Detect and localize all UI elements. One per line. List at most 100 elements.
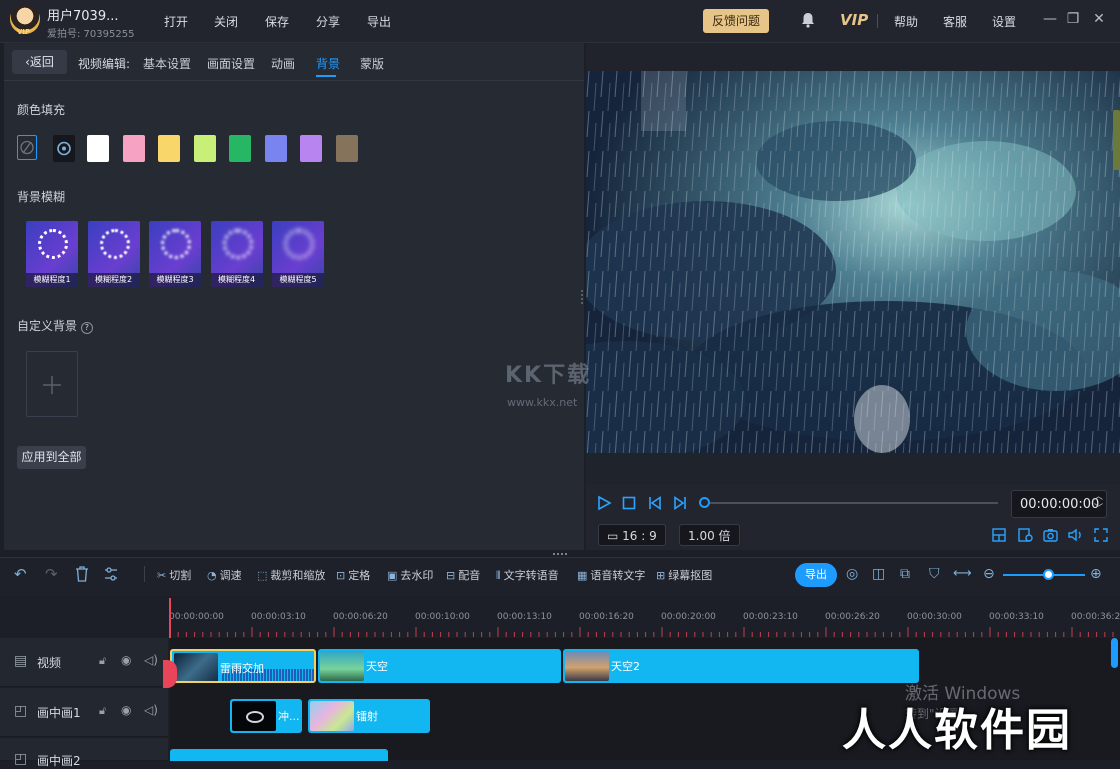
text-to-speech-tool[interactable]: ⫴ 文字转语音 <box>496 567 559 583</box>
tab-background[interactable]: 背景 <box>316 55 340 72</box>
speed-tool[interactable]: ◔ 调速 <box>207 567 242 583</box>
current-time-field[interactable]: 00:00:00:00 <box>1011 490 1107 518</box>
color-swatch[interactable] <box>264 135 287 162</box>
clip-name: 天空2 <box>611 660 640 673</box>
menu-help[interactable]: 帮助 <box>894 13 918 30</box>
green-screen-tool[interactable]: ⊞ 绿幕抠图 <box>656 567 712 583</box>
effects-icon[interactable]: ◎ <box>846 566 858 582</box>
timeline-tick-label: 00:00:33:10 <box>989 612 1044 622</box>
settings-sliders-icon[interactable] <box>104 566 118 582</box>
zoom-out-icon[interactable]: ⊖ <box>983 566 995 582</box>
fit-width-icon[interactable]: ⟷ <box>953 566 972 581</box>
no-color-swatch[interactable] <box>17 135 37 160</box>
panel-resize-handle[interactable] <box>581 290 585 304</box>
track-name-pip1: 画中画1 <box>37 706 81 720</box>
menu-export[interactable]: 导出 <box>367 13 391 30</box>
freeze-tool[interactable]: ⊡ 定格 <box>336 567 370 583</box>
playback-progress-track[interactable] <box>710 502 998 504</box>
color-swatch[interactable] <box>193 135 216 162</box>
tab-animation[interactable]: 动画 <box>271 55 295 72</box>
add-custom-background-button[interactable] <box>26 351 78 417</box>
back-button[interactable]: ‹返回 <box>12 50 67 74</box>
blur-level-option[interactable]: 模糊程度1 <box>26 221 78 287</box>
active-tab-indicator <box>316 75 336 77</box>
crop-icon[interactable]: ⧉ <box>900 566 910 582</box>
bell-icon[interactable] <box>801 12 815 28</box>
eye-icon[interactable]: ◉ <box>121 653 131 667</box>
aspect-ratio-dropdown[interactable]: ▭ 16 : 9 ⌄ <box>598 524 666 565</box>
help-icon[interactable]: ? <box>80 322 93 334</box>
previous-frame-icon[interactable] <box>648 496 662 510</box>
close-icon[interactable]: ✕ <box>1090 10 1108 28</box>
menu-service[interactable]: 客服 <box>943 13 967 30</box>
user-avatar[interactable]: VIP <box>10 4 40 36</box>
marker-icon[interactable]: ⛉ <box>929 566 940 582</box>
crop-zoom-tool[interactable]: ⬚ 裁剪和缩放 <box>257 567 325 583</box>
tab-picture-settings[interactable]: 画面设置 <box>207 55 255 72</box>
dub-tool[interactable]: ⊟ 配音 <box>446 567 480 583</box>
restore-icon[interactable]: ❐ <box>1064 10 1082 28</box>
eye-icon[interactable]: ◉ <box>121 703 131 717</box>
blur-level-option[interactable]: 模糊程度3 <box>149 221 201 287</box>
clip-pip-laser[interactable]: 镭射 <box>308 699 430 733</box>
playback-progress-knob[interactable] <box>699 497 710 508</box>
fullscreen-icon[interactable] <box>1094 528 1108 542</box>
camera-icon[interactable] <box>1043 528 1058 542</box>
lock-icon[interactable]: 🔓︎ <box>99 704 106 718</box>
clip-thunderstorm[interactable]: 雷雨交加 <box>170 649 316 683</box>
volume-icon[interactable] <box>1068 528 1084 542</box>
speech-to-text-tool[interactable]: ▦ 语音转文字 <box>577 567 645 583</box>
speaker-icon[interactable]: ◁) <box>144 703 158 717</box>
next-frame-icon[interactable] <box>673 496 687 510</box>
feedback-button[interactable]: 反馈问题 <box>703 9 769 33</box>
menu-save[interactable]: 保存 <box>265 13 289 30</box>
tab-basic-settings[interactable]: 基本设置 <box>143 55 191 72</box>
delete-icon[interactable] <box>75 566 89 582</box>
menu-settings[interactable]: 设置 <box>992 13 1016 30</box>
clip-pip-rush[interactable]: 冲... <box>230 699 302 733</box>
video-preview[interactable] <box>586 71 1120 453</box>
clip-sky2[interactable]: 天空2 <box>563 649 919 683</box>
menu-open[interactable]: 打开 <box>164 13 188 30</box>
speed-dropdown[interactable]: 1.00 倍 ⌄ <box>679 524 740 565</box>
transition-marker[interactable] <box>163 660 177 688</box>
zoom-in-icon[interactable]: ⊕ <box>1090 566 1102 582</box>
minimize-icon[interactable]: — <box>1041 10 1059 28</box>
export-button[interactable]: 导出 <box>795 563 837 587</box>
screen-record-icon[interactable] <box>1018 528 1033 542</box>
color-picker-swatch[interactable] <box>53 135 75 162</box>
menu-share[interactable]: 分享 <box>316 13 340 30</box>
watermark-remove-tool[interactable]: ▣ 去水印 <box>387 567 433 583</box>
timeline-scrollbar[interactable] <box>1111 638 1118 668</box>
playhead[interactable] <box>169 598 171 638</box>
blur-level-option[interactable]: 模糊程度5 <box>272 221 324 287</box>
undo-icon[interactable]: ↶ <box>14 565 27 583</box>
split-view-icon[interactable]: ◫ <box>872 566 885 582</box>
clip-sky[interactable]: 天空 <box>318 649 561 683</box>
tab-mask[interactable]: 蒙版 <box>360 55 384 72</box>
zoom-slider-knob[interactable] <box>1043 569 1054 580</box>
color-swatch[interactable] <box>229 135 251 162</box>
blur-level-option[interactable]: 模糊程度2 <box>87 221 140 287</box>
stop-icon[interactable] <box>622 496 636 510</box>
apply-to-all-button[interactable]: 应用到全部 <box>17 446 86 469</box>
color-swatch[interactable] <box>300 135 322 162</box>
tool-label: 配音 <box>458 569 481 582</box>
layout-icon[interactable] <box>992 528 1006 542</box>
time-stepper-icon[interactable]: ︿ ﹀ <box>1094 491 1103 515</box>
color-swatch[interactable] <box>335 135 358 162</box>
menu-close[interactable]: 关闭 <box>214 13 238 30</box>
clip-pip2[interactable] <box>170 749 388 761</box>
cut-tool[interactable]: ✂ 切割 <box>157 567 191 583</box>
vip-logo[interactable]: VIP <box>840 11 868 29</box>
color-swatch[interactable] <box>87 135 109 162</box>
user-name[interactable]: 用户7039... <box>47 5 118 24</box>
play-icon[interactable] <box>596 495 612 511</box>
blur-level-option[interactable]: 模糊程度4 <box>210 221 263 287</box>
speaker-icon[interactable]: ◁) <box>144 653 158 667</box>
lock-icon[interactable]: 🔓︎ <box>99 654 106 668</box>
redo-icon[interactable]: ↷ <box>45 565 58 583</box>
timeline-ruler[interactable] <box>169 597 1120 637</box>
color-swatch[interactable] <box>158 135 180 162</box>
color-swatch[interactable] <box>122 135 145 162</box>
